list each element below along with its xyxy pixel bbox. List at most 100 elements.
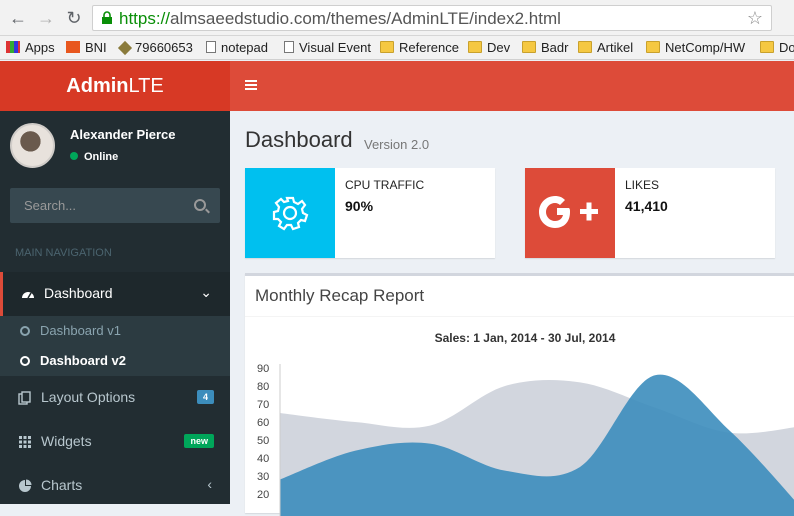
sidebar-subitem-dashboard-v1[interactable]: Dashboard v1: [20, 323, 121, 353]
info-value: 90%: [345, 198, 374, 214]
grid-icon: [19, 436, 31, 448]
bookmark-label: 79660653: [135, 40, 193, 55]
circle-icon: [20, 356, 30, 366]
search-input[interactable]: Search...: [24, 198, 76, 213]
sidebar-item-widgets[interactable]: Widgets new: [0, 420, 230, 464]
google-plus-icon: [539, 196, 598, 228]
bookmark-label: notepad: [221, 40, 268, 55]
user-panel: Alexander Pierce Online: [0, 111, 230, 186]
y-tick-label: 80: [257, 381, 269, 393]
bookmark-star-icon[interactable]: ☆: [747, 8, 763, 29]
folder-icon: [760, 41, 774, 53]
forward-arrow-icon[interactable]: →: [36, 8, 56, 28]
info-box-likes: LIKES 41,410: [525, 168, 775, 258]
bookmark-notepad[interactable]: notepad: [206, 39, 268, 57]
logo-bold: Admin: [66, 75, 129, 97]
url-path: almsaeedstudio.com/themes/AdminLTE/index…: [170, 9, 561, 28]
bookmark-badr[interactable]: Badr: [522, 39, 568, 57]
page-icon: [284, 41, 294, 53]
page-subtitle: Version 2.0: [364, 137, 430, 152]
divider: [245, 316, 794, 317]
folder-icon: [468, 41, 482, 53]
url-scheme: https://: [119, 9, 171, 28]
subitem-label: Dashboard v1: [40, 323, 121, 338]
new-badge: new: [184, 434, 214, 448]
online-dot-icon: [70, 152, 78, 160]
back-arrow-icon[interactable]: ←: [8, 8, 28, 28]
sidebar: AdminLTE Alexander Pierce Online Search.…: [0, 61, 230, 504]
info-box-cpu: CPU TRAFFIC 90%: [245, 168, 495, 258]
info-value: 41,410: [625, 198, 668, 214]
sidebar-item-charts[interactable]: Charts ‹: [0, 464, 230, 508]
nav-header: MAIN NAVIGATION: [15, 247, 112, 259]
bookmark-label: NetComp/HW: [665, 40, 746, 55]
bookmark-label: Dov: [779, 40, 794, 55]
circle-icon: [20, 326, 30, 336]
logo[interactable]: AdminLTE: [0, 61, 230, 111]
bookmark-label: Artikel: [597, 40, 634, 55]
y-tick-label: 50: [257, 435, 269, 447]
sidebar-item-layout-options[interactable]: Layout Options 4: [0, 376, 230, 420]
bookmark-label: BNI: [85, 40, 107, 55]
info-icon-bg: [525, 168, 615, 258]
dashboard-submenu: Dashboard v1 Dashboard v2: [0, 316, 230, 376]
folder-icon: [522, 41, 536, 53]
y-tick-label: 90: [257, 363, 269, 375]
main-content: Dashboard Version 2.0 CPU TRAFFIC 90% LI…: [230, 111, 794, 516]
folder-icon: [380, 41, 394, 53]
apps-icon: [6, 41, 20, 53]
reload-icon[interactable]: ↻: [64, 8, 84, 28]
chevron-left-icon: ‹: [207, 476, 212, 492]
lock-icon: [102, 11, 112, 24]
sidebar-item-dashboard[interactable]: Dashboard ⌄: [0, 272, 230, 316]
bookmark-label: Badr: [541, 40, 569, 55]
y-tick-label: 40: [257, 453, 269, 465]
dashboard-gauge-icon: [22, 292, 34, 299]
bookmark-79660653[interactable]: 79660653: [117, 39, 193, 57]
page-icon: [206, 41, 216, 53]
bookmark-apps[interactable]: Apps: [6, 39, 55, 57]
gear-icon: [272, 196, 309, 231]
user-name: Alexander Pierce: [70, 127, 176, 142]
folder-icon: [646, 41, 660, 53]
folder-icon: [578, 41, 592, 53]
monthly-recap-box: Monthly Recap Report Sales: 1 Jan, 2014 …: [245, 273, 794, 516]
bookmarks-bar: Apps BNI 79660653 notepad Visual Event R…: [0, 36, 794, 60]
logo-light: LTE: [128, 75, 164, 97]
avatar: [10, 123, 55, 168]
url-text: https://almsaeedstudio.com/themes/AdminL…: [119, 9, 561, 29]
chart-title: Sales: 1 Jan, 2014 - 30 Jul, 2014: [434, 331, 616, 345]
count-badge: 4: [196, 390, 214, 404]
bookmark-bni[interactable]: BNI: [66, 39, 107, 57]
y-tick-label: 70: [257, 399, 269, 411]
y-tick-label: 20: [257, 489, 269, 501]
bookmark-reference[interactable]: Reference: [380, 39, 459, 57]
bni-icon: [66, 41, 80, 53]
bookmark-visual-event[interactable]: Visual Event: [284, 39, 371, 57]
info-icon-bg: [245, 168, 335, 258]
bookmark-dov[interactable]: Dov: [760, 39, 794, 57]
chevron-down-icon: ⌄: [200, 284, 212, 300]
bookmark-label: Visual Event: [299, 40, 372, 55]
sidebar-item-label: Dashboard: [44, 285, 113, 301]
box-title: Monthly Recap Report: [255, 286, 425, 305]
info-label: CPU TRAFFIC: [345, 178, 425, 192]
bookmark-artikel[interactable]: Artikel: [578, 39, 633, 57]
sidebar-toggle-icon[interactable]: [245, 80, 257, 90]
top-navbar: [230, 61, 794, 111]
y-tick-label: 60: [257, 417, 269, 429]
info-label: LIKES: [625, 178, 660, 192]
status-indicator: Online: [70, 151, 118, 163]
status-text: Online: [84, 151, 119, 163]
pie-chart-icon: [19, 479, 32, 492]
sidebar-item-label: Charts: [41, 477, 83, 493]
bookmark-label: Dev: [487, 40, 511, 55]
bookmark-label: Reference: [399, 40, 459, 55]
sidebar-search[interactable]: Search...: [10, 188, 220, 223]
bookmark-dev[interactable]: Dev: [468, 39, 510, 57]
subitem-label: Dashboard v2: [40, 353, 126, 368]
bookmark-netcomp[interactable]: NetComp/HW: [646, 39, 745, 57]
address-bar[interactable]: https://almsaeedstudio.com/themes/AdminL…: [92, 5, 772, 31]
search-icon[interactable]: [194, 199, 206, 211]
page-title: Dashboard: [245, 127, 353, 152]
